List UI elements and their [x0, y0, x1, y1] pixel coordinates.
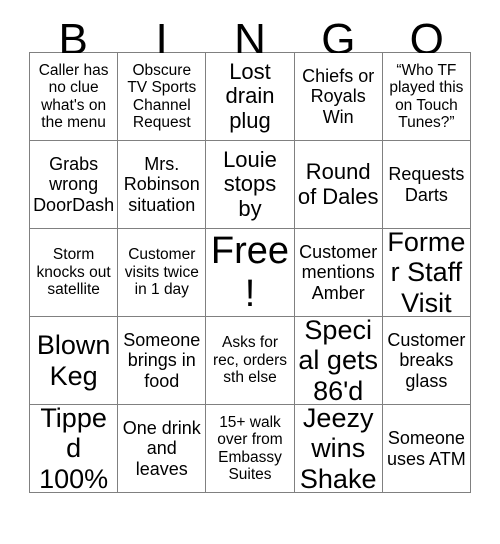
bingo-cell-free[interactable]: Free! — [206, 229, 295, 317]
bingo-cell-label: Someone uses ATM — [387, 428, 466, 469]
bingo-card: B I N G O Caller has no clue what's on t… — [0, 0, 500, 544]
bingo-cell-label: Caller has no clue what's on the menu — [38, 61, 109, 131]
bingo-cell-label: Former Staff Visit — [387, 229, 466, 317]
bingo-cell-label: Customer mentions Amber — [299, 242, 378, 303]
bingo-cell[interactable]: Caller has no clue what's on the menu — [30, 53, 119, 141]
bingo-cell-label: “Who TF played this on Touch Tunes?” — [389, 61, 464, 131]
bingo-cell[interactable]: 15+ walk over from Embassy Suites — [206, 405, 295, 493]
bingo-cell-label: Round of Dales — [297, 158, 379, 209]
bingo-cell-label: Louie stops by — [223, 146, 277, 221]
bingo-cell-label: Free! — [210, 229, 290, 315]
bingo-cell-label: Customer breaks glass — [387, 330, 466, 391]
bingo-cell-label: Chiefs or Royals Win — [302, 66, 375, 127]
bingo-cell[interactable]: Someone brings in food — [118, 317, 207, 405]
bingo-cell[interactable]: Blown Keg — [30, 317, 119, 405]
bingo-cell-label: Storm knocks out satellite — [36, 246, 111, 299]
bingo-cell[interactable]: Someone uses ATM — [382, 405, 471, 493]
bingo-cell[interactable]: Asks for rec, orders sth else — [206, 317, 295, 405]
bingo-cell[interactable]: Louie stops by — [206, 141, 295, 229]
bingo-cell-label: Jeezy wins Shake — [299, 405, 377, 493]
bingo-cell-label: 15+ walk over from Embassy Suites — [217, 413, 283, 483]
bingo-cell-label: Tipped 100% — [39, 405, 109, 493]
bingo-cell[interactable]: Mrs. Robinson situation — [118, 141, 207, 229]
bingo-cell-label: Requests Darts — [388, 164, 465, 205]
bingo-cell-label: Mrs. Robinson situation — [123, 154, 200, 215]
bingo-cell[interactable]: Tipped 100% — [30, 405, 119, 493]
bingo-cell-label: Asks for rec, orders sth else — [212, 334, 288, 387]
bingo-cell[interactable]: Storm knocks out satellite — [30, 229, 119, 317]
bingo-cell-label: Obscure TV Sports Channel Request — [127, 61, 197, 131]
bingo-cell-label: Someone brings in food — [123, 330, 201, 391]
bingo-cell-label: One drink and leaves — [122, 418, 201, 479]
bingo-cell[interactable]: “Who TF played this on Touch Tunes?” — [382, 53, 471, 141]
bingo-cell-label: Grabs wrong DoorDash — [33, 154, 115, 215]
bingo-cell[interactable]: Grabs wrong DoorDash — [30, 141, 119, 229]
bingo-cell[interactable]: Lost drain plug — [206, 53, 295, 141]
bingo-cell-label: Customer visits twice in 1 day — [124, 246, 199, 299]
bingo-cell[interactable]: Requests Darts — [382, 141, 471, 229]
bingo-cell[interactable]: Customer breaks glass — [382, 317, 471, 405]
bingo-cell-label: Lost drain plug — [225, 58, 275, 133]
bingo-cell[interactable]: Special gets 86'd — [294, 317, 383, 405]
bingo-cell[interactable]: Customer visits twice in 1 day — [118, 229, 207, 317]
bingo-header: B I N G O — [29, 0, 471, 62]
bingo-cell[interactable]: Round of Dales — [294, 141, 383, 229]
bingo-cell[interactable]: One drink and leaves — [118, 405, 207, 493]
bingo-cell[interactable]: Customer mentions Amber — [294, 229, 383, 317]
bingo-cell[interactable]: Obscure TV Sports Channel Request — [118, 53, 207, 141]
bingo-cell-label: Special gets 86'd — [298, 317, 378, 405]
bingo-cell-label: Blown Keg — [36, 330, 111, 391]
bingo-grid: Caller has no clue what's on the menu Obs… — [29, 52, 471, 493]
bingo-cell[interactable]: Former Staff Visit — [382, 229, 471, 317]
bingo-cell[interactable]: Chiefs or Royals Win — [294, 53, 383, 141]
bingo-cell[interactable]: Jeezy wins Shake — [294, 405, 383, 493]
